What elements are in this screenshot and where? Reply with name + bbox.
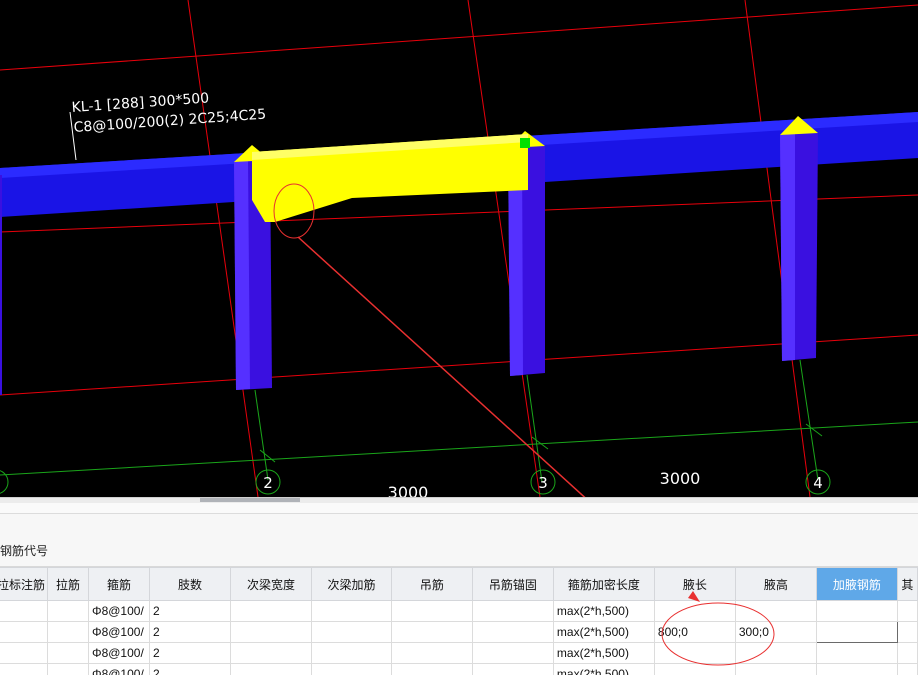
panel-toolbar — [0, 503, 918, 514]
table-cell[interactable]: max(2*h,500) — [552, 621, 655, 643]
table-cell[interactable] — [390, 621, 473, 643]
model-canvas[interactable]: 2 3 4 3000 3000 KL-1 [288] 300*500 C8@10… — [0, 0, 918, 497]
table-cell[interactable]: max(2*h,500) — [552, 642, 655, 664]
axis-label-4: 4 — [813, 474, 823, 492]
col-header[interactable]: 腋高 — [734, 567, 817, 601]
col-header[interactable]: 次梁加筋 — [310, 567, 392, 601]
col-header[interactable]: 箍筋 — [88, 567, 150, 601]
table-cell[interactable] — [47, 663, 89, 675]
table-cell[interactable] — [47, 600, 89, 622]
table-cell[interactable]: Φ8@100/ — [88, 663, 150, 675]
table-cell[interactable] — [471, 663, 554, 675]
table-cell[interactable]: Φ8@100/ — [88, 642, 150, 664]
dimension-label-3000-left: 3000 — [388, 483, 429, 497]
col-header[interactable]: 拉标注筋 — [0, 567, 49, 601]
table-cell[interactable]: max(2*h,500) — [552, 663, 655, 675]
table-cell[interactable] — [310, 642, 392, 664]
red-grid-lines — [0, 0, 918, 497]
dimension-label-3000-right: 3000 — [660, 469, 701, 488]
annotation-arrow — [297, 236, 586, 497]
table-cell[interactable] — [734, 642, 817, 664]
cad-3d-viewport[interactable]: 2 3 4 3000 3000 KL-1 [288] 300*500 C8@10… — [0, 0, 918, 497]
table-cell[interactable] — [653, 663, 736, 675]
table-cell[interactable] — [815, 642, 898, 664]
axis-bubble-4: 4 — [805, 469, 831, 495]
table-cell[interactable] — [471, 642, 554, 664]
table-cell[interactable] — [0, 621, 49, 643]
table-cell[interactable] — [310, 621, 392, 643]
table-cell[interactable] — [653, 600, 736, 622]
table-cell[interactable]: 2 — [148, 621, 231, 643]
table-cell[interactable] — [471, 600, 554, 622]
table-cell[interactable] — [229, 642, 312, 664]
panel-title: 钢筋代号 — [0, 536, 918, 567]
col-header[interactable]: 吊筋锚固 — [471, 567, 554, 601]
haunch-length-cell[interactable]: 800;0 — [653, 621, 736, 643]
table-cell[interactable]: 2 — [148, 642, 231, 664]
table-cell[interactable] — [815, 663, 898, 675]
table-cell[interactable]: max(2*h,500) — [552, 600, 655, 622]
table-cell[interactable] — [896, 621, 918, 643]
table-cell[interactable] — [896, 642, 918, 664]
col-header[interactable]: 箍筋加密长度 — [552, 567, 655, 601]
axis-label-2: 2 — [263, 474, 273, 492]
col-header[interactable]: 腋长 — [653, 567, 736, 601]
table-cell[interactable]: Φ8@100/ — [88, 600, 150, 622]
table-cell[interactable] — [229, 600, 312, 622]
rebar-table: 拉标注筋 拉筋 箍筋 肢数 次梁宽度 次梁加筋 吊筋 吊筋锚固 箍筋加密长度 腋… — [0, 567, 918, 675]
col-header-active[interactable]: 加腋钢筋 — [815, 567, 898, 601]
col-header[interactable]: 肢数 — [148, 567, 231, 601]
col-header[interactable]: 拉筋 — [47, 567, 89, 601]
table-cell[interactable] — [310, 600, 392, 622]
table-cell[interactable] — [653, 642, 736, 664]
table-cell[interactable] — [47, 642, 89, 664]
table-row: Φ8@100/ 2 max(2*h,500) — [0, 663, 918, 675]
axis-bubble-2: 2 — [255, 469, 281, 495]
table-row: Φ8@100/ 2 max(2*h,500) 800;0 300;0 — [0, 621, 918, 643]
table-cell[interactable] — [734, 600, 817, 622]
table-cell[interactable] — [471, 621, 554, 643]
table-cell[interactable] — [0, 663, 49, 675]
axis-bubble-3: 3 — [530, 469, 556, 495]
table-cell[interactable]: Φ8@100/ — [88, 621, 150, 643]
table-cell[interactable] — [47, 621, 89, 643]
col-header[interactable]: 吊筋 — [390, 567, 473, 601]
selected-haunch-beam — [252, 134, 530, 222]
axis-bubble-left — [0, 470, 9, 494]
col-header[interactable]: 次梁宽度 — [229, 567, 312, 601]
table-cell[interactable]: 2 — [148, 600, 231, 622]
axis-label-3: 3 — [538, 474, 548, 492]
table-cell[interactable]: 2 — [148, 663, 231, 675]
table-cell[interactable] — [896, 663, 918, 675]
property-panel: 钢筋代号 拉标注筋 拉筋 箍筋 肢数 次梁宽度 次梁加筋 吊筋 吊筋锚固 箍筋加… — [0, 503, 918, 675]
table-cell[interactable] — [229, 621, 312, 643]
col-header[interactable]: 其 — [896, 567, 918, 601]
table-cell[interactable] — [310, 663, 392, 675]
table-cell[interactable] — [390, 663, 473, 675]
table-cell[interactable] — [0, 600, 49, 622]
panel-strip — [0, 514, 918, 537]
table-row: Φ8@100/ 2 max(2*h,500) — [0, 600, 918, 622]
table-row: Φ8@100/ 2 max(2*h,500) — [0, 642, 918, 664]
haunch-rebar-cell-selected[interactable] — [815, 621, 898, 643]
table-cell[interactable] — [0, 642, 49, 664]
green-axis-lines — [0, 359, 918, 483]
table-cell[interactable] — [734, 663, 817, 675]
column-4 — [780, 116, 818, 361]
table-cell[interactable] — [390, 642, 473, 664]
table-cell[interactable] — [815, 600, 898, 622]
table-cell[interactable] — [229, 663, 312, 675]
column-left — [0, 175, 2, 395]
splitter-handle[interactable] — [200, 498, 300, 502]
table-cell[interactable] — [896, 600, 918, 622]
table-cell[interactable] — [390, 600, 473, 622]
haunch-height-cell[interactable]: 300;0 — [734, 621, 817, 643]
grip-handle-icon[interactable] — [520, 138, 530, 148]
